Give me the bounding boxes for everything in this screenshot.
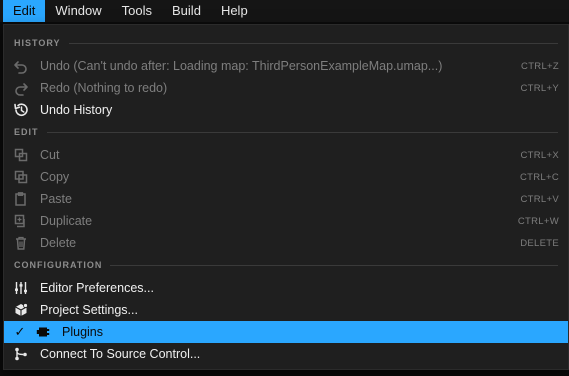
shortcut-label: CTRL+C <box>519 171 559 183</box>
shortcut-label: CTRL+Z <box>521 60 559 72</box>
plugin-icon <box>34 323 52 341</box>
section-header-configuration: CONFIGURATION <box>14 258 558 272</box>
menu-item-project-settings[interactable]: Project Settings... <box>4 299 568 321</box>
menu-build[interactable]: Build <box>162 0 211 22</box>
duplicate-icon <box>12 212 30 230</box>
sliders-icon <box>12 279 30 297</box>
settings-cube-icon <box>12 301 30 319</box>
cut-icon <box>12 146 30 164</box>
menu-edit[interactable]: Edit <box>3 0 46 22</box>
menu-item-label: Plugins <box>62 325 103 339</box>
menu-item-editor-preferences[interactable]: Editor Preferences... <box>4 277 568 299</box>
menu-item-label: Redo (Nothing to redo) <box>40 81 168 95</box>
undo-icon <box>12 57 30 75</box>
section-divider <box>68 42 558 44</box>
source-control-icon <box>12 345 30 363</box>
menu-item-cut[interactable]: Cut CTRL+X <box>4 144 568 166</box>
menu-item-label: Delete <box>40 236 77 250</box>
section-header-edit: EDIT <box>14 125 558 139</box>
shortcut-label: CTRL+X <box>520 149 559 161</box>
section-title: CONFIGURATION <box>14 260 103 270</box>
redo-icon <box>12 79 30 97</box>
copy-icon <box>12 168 30 186</box>
trash-icon <box>12 234 30 252</box>
menu-item-label: Undo History <box>40 103 113 117</box>
menu-item-copy[interactable]: Copy CTRL+C <box>4 166 568 188</box>
menu-help[interactable]: Help <box>211 0 258 22</box>
checkmark-icon: ✓ <box>14 324 26 339</box>
menu-item-label: Copy <box>40 170 70 184</box>
menu-item-label: Paste <box>40 192 72 206</box>
section-divider <box>110 264 558 266</box>
menu-item-paste[interactable]: Paste CTRL+V <box>4 188 568 210</box>
section-divider <box>46 131 558 133</box>
menu-item-plugins[interactable]: ✓ Plugins <box>4 321 568 343</box>
menu-item-label: Editor Preferences... <box>40 281 154 295</box>
menu-item-label: Undo (Can't undo after: Loading map: Thi… <box>40 59 443 73</box>
menu-tools[interactable]: Tools <box>112 0 162 22</box>
menu-item-duplicate[interactable]: Duplicate CTRL+W <box>4 210 568 232</box>
menu-item-delete[interactable]: Delete DELETE <box>4 232 568 254</box>
section-title: EDIT <box>14 127 39 137</box>
menu-item-label: Cut <box>40 148 60 162</box>
edit-dropdown-menu: HISTORY Undo (Can't undo after: Loading … <box>3 24 569 370</box>
menu-item-connect-source-control[interactable]: Connect To Source Control... <box>4 343 568 365</box>
menu-window[interactable]: Window <box>45 0 111 22</box>
section-header-history: HISTORY <box>14 36 558 50</box>
shortcut-label: CTRL+Y <box>520 82 559 94</box>
menu-item-label: Connect To Source Control... <box>40 347 201 361</box>
menu-bar: Edit Window Tools Build Help <box>0 0 569 22</box>
shortcut-label: DELETE <box>520 237 559 249</box>
section-title: HISTORY <box>14 38 61 48</box>
menu-item-label: Project Settings... <box>40 303 138 317</box>
history-icon <box>12 101 30 119</box>
paste-icon <box>12 190 30 208</box>
menu-item-label: Duplicate <box>40 214 93 228</box>
menu-item-redo[interactable]: Redo (Nothing to redo) CTRL+Y <box>4 77 568 99</box>
shortcut-label: CTRL+V <box>520 193 559 205</box>
menu-item-undo-history[interactable]: Undo History <box>4 99 568 121</box>
shortcut-label: CTRL+W <box>517 215 559 227</box>
menu-item-undo[interactable]: Undo (Can't undo after: Loading map: Thi… <box>4 55 568 77</box>
